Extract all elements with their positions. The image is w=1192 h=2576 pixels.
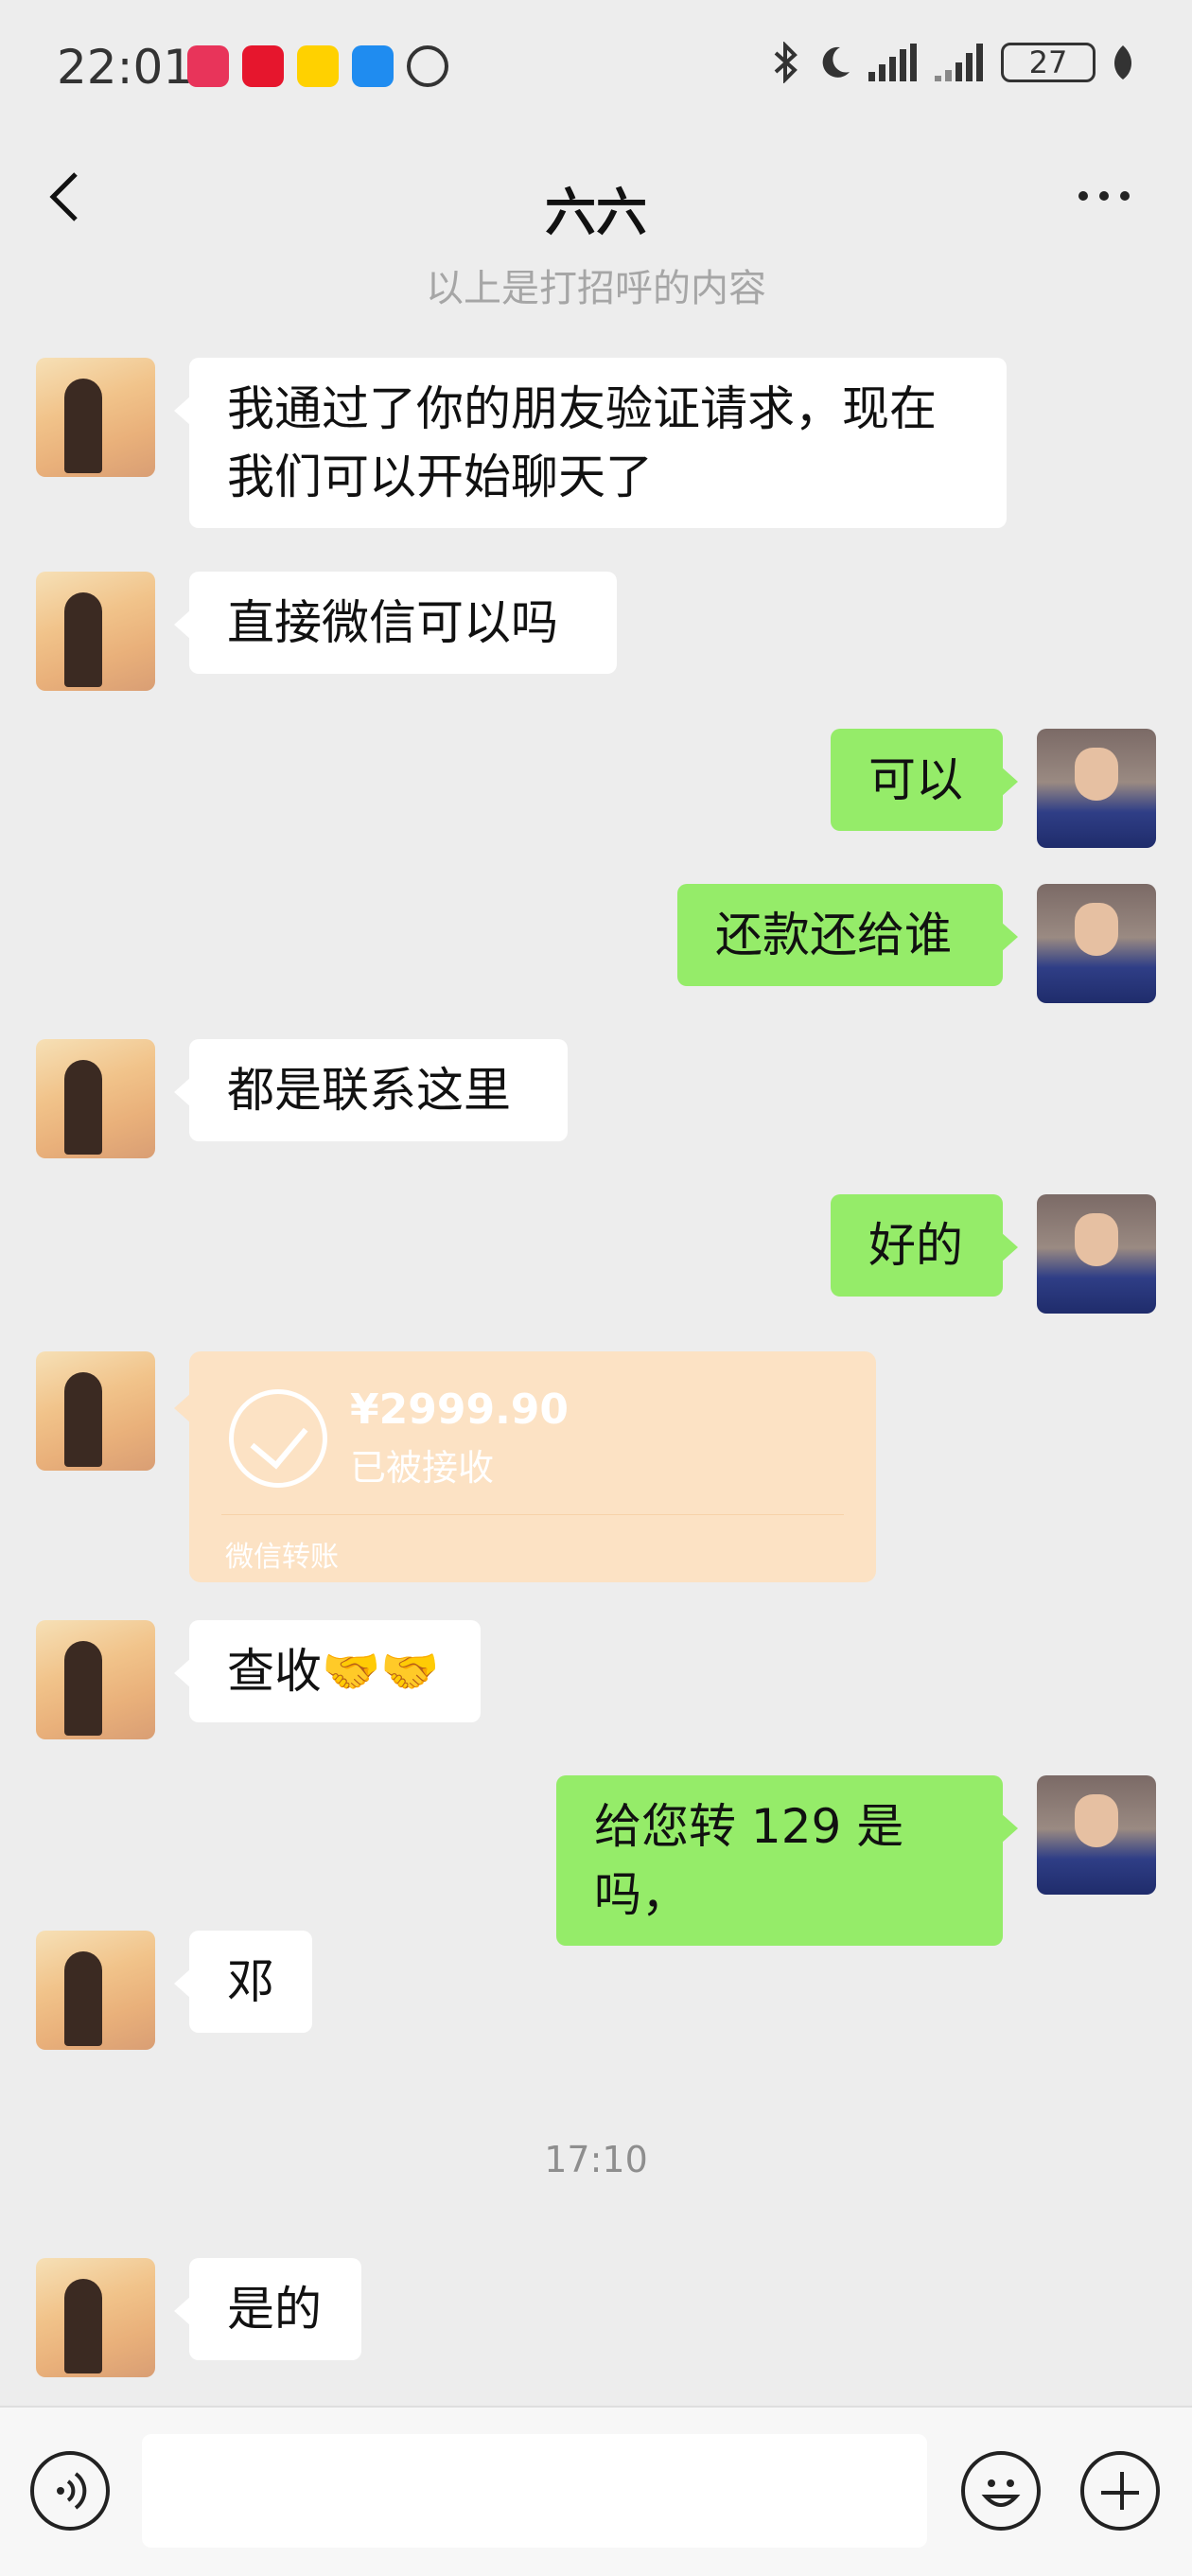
message-bubble[interactable]: 是的 (174, 2258, 361, 2360)
weibo-icon (242, 45, 284, 87)
app-notification-icon (297, 45, 339, 87)
moon-icon (822, 46, 850, 78)
app-notification-icon (352, 45, 394, 87)
greeting-note: 以上是打招呼的内容 (426, 267, 766, 310)
more-dots-icon[interactable] (1078, 182, 1145, 210)
status-time: 22:01 (57, 40, 194, 95)
contact-avatar[interactable] (36, 572, 155, 691)
message-bubble[interactable]: 好的 (831, 1194, 1018, 1297)
signal-icon (868, 44, 920, 81)
notification-icons (187, 45, 448, 87)
signal-icon (935, 44, 986, 81)
status-bar: 22:01 27 (0, 0, 1192, 132)
message-bubble[interactable]: 都是联系这里 (174, 1039, 568, 1141)
message-bubble[interactable]: 给您转 129 是吗， (556, 1775, 1018, 1946)
chat-header: 六六 (0, 132, 1192, 256)
message-bubble[interactable]: 还款还给谁 (677, 884, 1018, 986)
contact-avatar[interactable] (36, 1351, 155, 1471)
contact-avatar[interactable] (36, 1039, 155, 1158)
my-avatar[interactable] (1037, 884, 1156, 1003)
transfer-divider (221, 1514, 844, 1515)
message-bubble[interactable]: 邓 (174, 1931, 312, 2033)
emoji-icon[interactable] (961, 2451, 1041, 2531)
message-bubble[interactable]: 直接微信可以吗 (174, 572, 617, 674)
voice-icon[interactable] (30, 2451, 110, 2531)
message-bubble[interactable]: 我通过了你的朋友验证请求，现在我们可以开始聊天了 (174, 358, 1007, 528)
alarm-icon (407, 45, 448, 87)
transfer-amount: ¥2999.90 (350, 1385, 570, 1434)
my-avatar[interactable] (1037, 1194, 1156, 1314)
contact-avatar[interactable] (36, 1931, 155, 2050)
plus-icon[interactable] (1080, 2451, 1160, 2531)
input-bar (0, 2406, 1192, 2576)
check-circle-icon (229, 1389, 327, 1488)
contact-avatar[interactable] (36, 2258, 155, 2377)
system-status-icons: 27 (772, 42, 1135, 83)
chat-title: 六六 (545, 183, 647, 242)
message-bubble[interactable]: 可以 (831, 729, 1018, 831)
contact-avatar[interactable] (36, 358, 155, 477)
battery-level: 27 (1028, 44, 1068, 80)
message-bubble[interactable]: 查收🤝🤝 (174, 1620, 481, 1722)
battery-icon: 27 (1001, 43, 1096, 82)
timestamp: 17:10 (544, 2139, 648, 2180)
bluetooth-icon (774, 42, 798, 83)
my-avatar[interactable] (1037, 1775, 1156, 1895)
message-input[interactable] (142, 2434, 927, 2548)
leaf-icon (1113, 45, 1132, 79)
my-avatar[interactable] (1037, 729, 1156, 848)
transfer-status: 已被接收 (350, 1447, 495, 1489)
app-notification-icon (187, 45, 229, 87)
transfer-label: 微信转账 (225, 1541, 339, 1574)
contact-avatar[interactable] (36, 1620, 155, 1739)
transfer-card[interactable]: ¥2999.90 已被接收 微信转账 (174, 1351, 876, 1582)
